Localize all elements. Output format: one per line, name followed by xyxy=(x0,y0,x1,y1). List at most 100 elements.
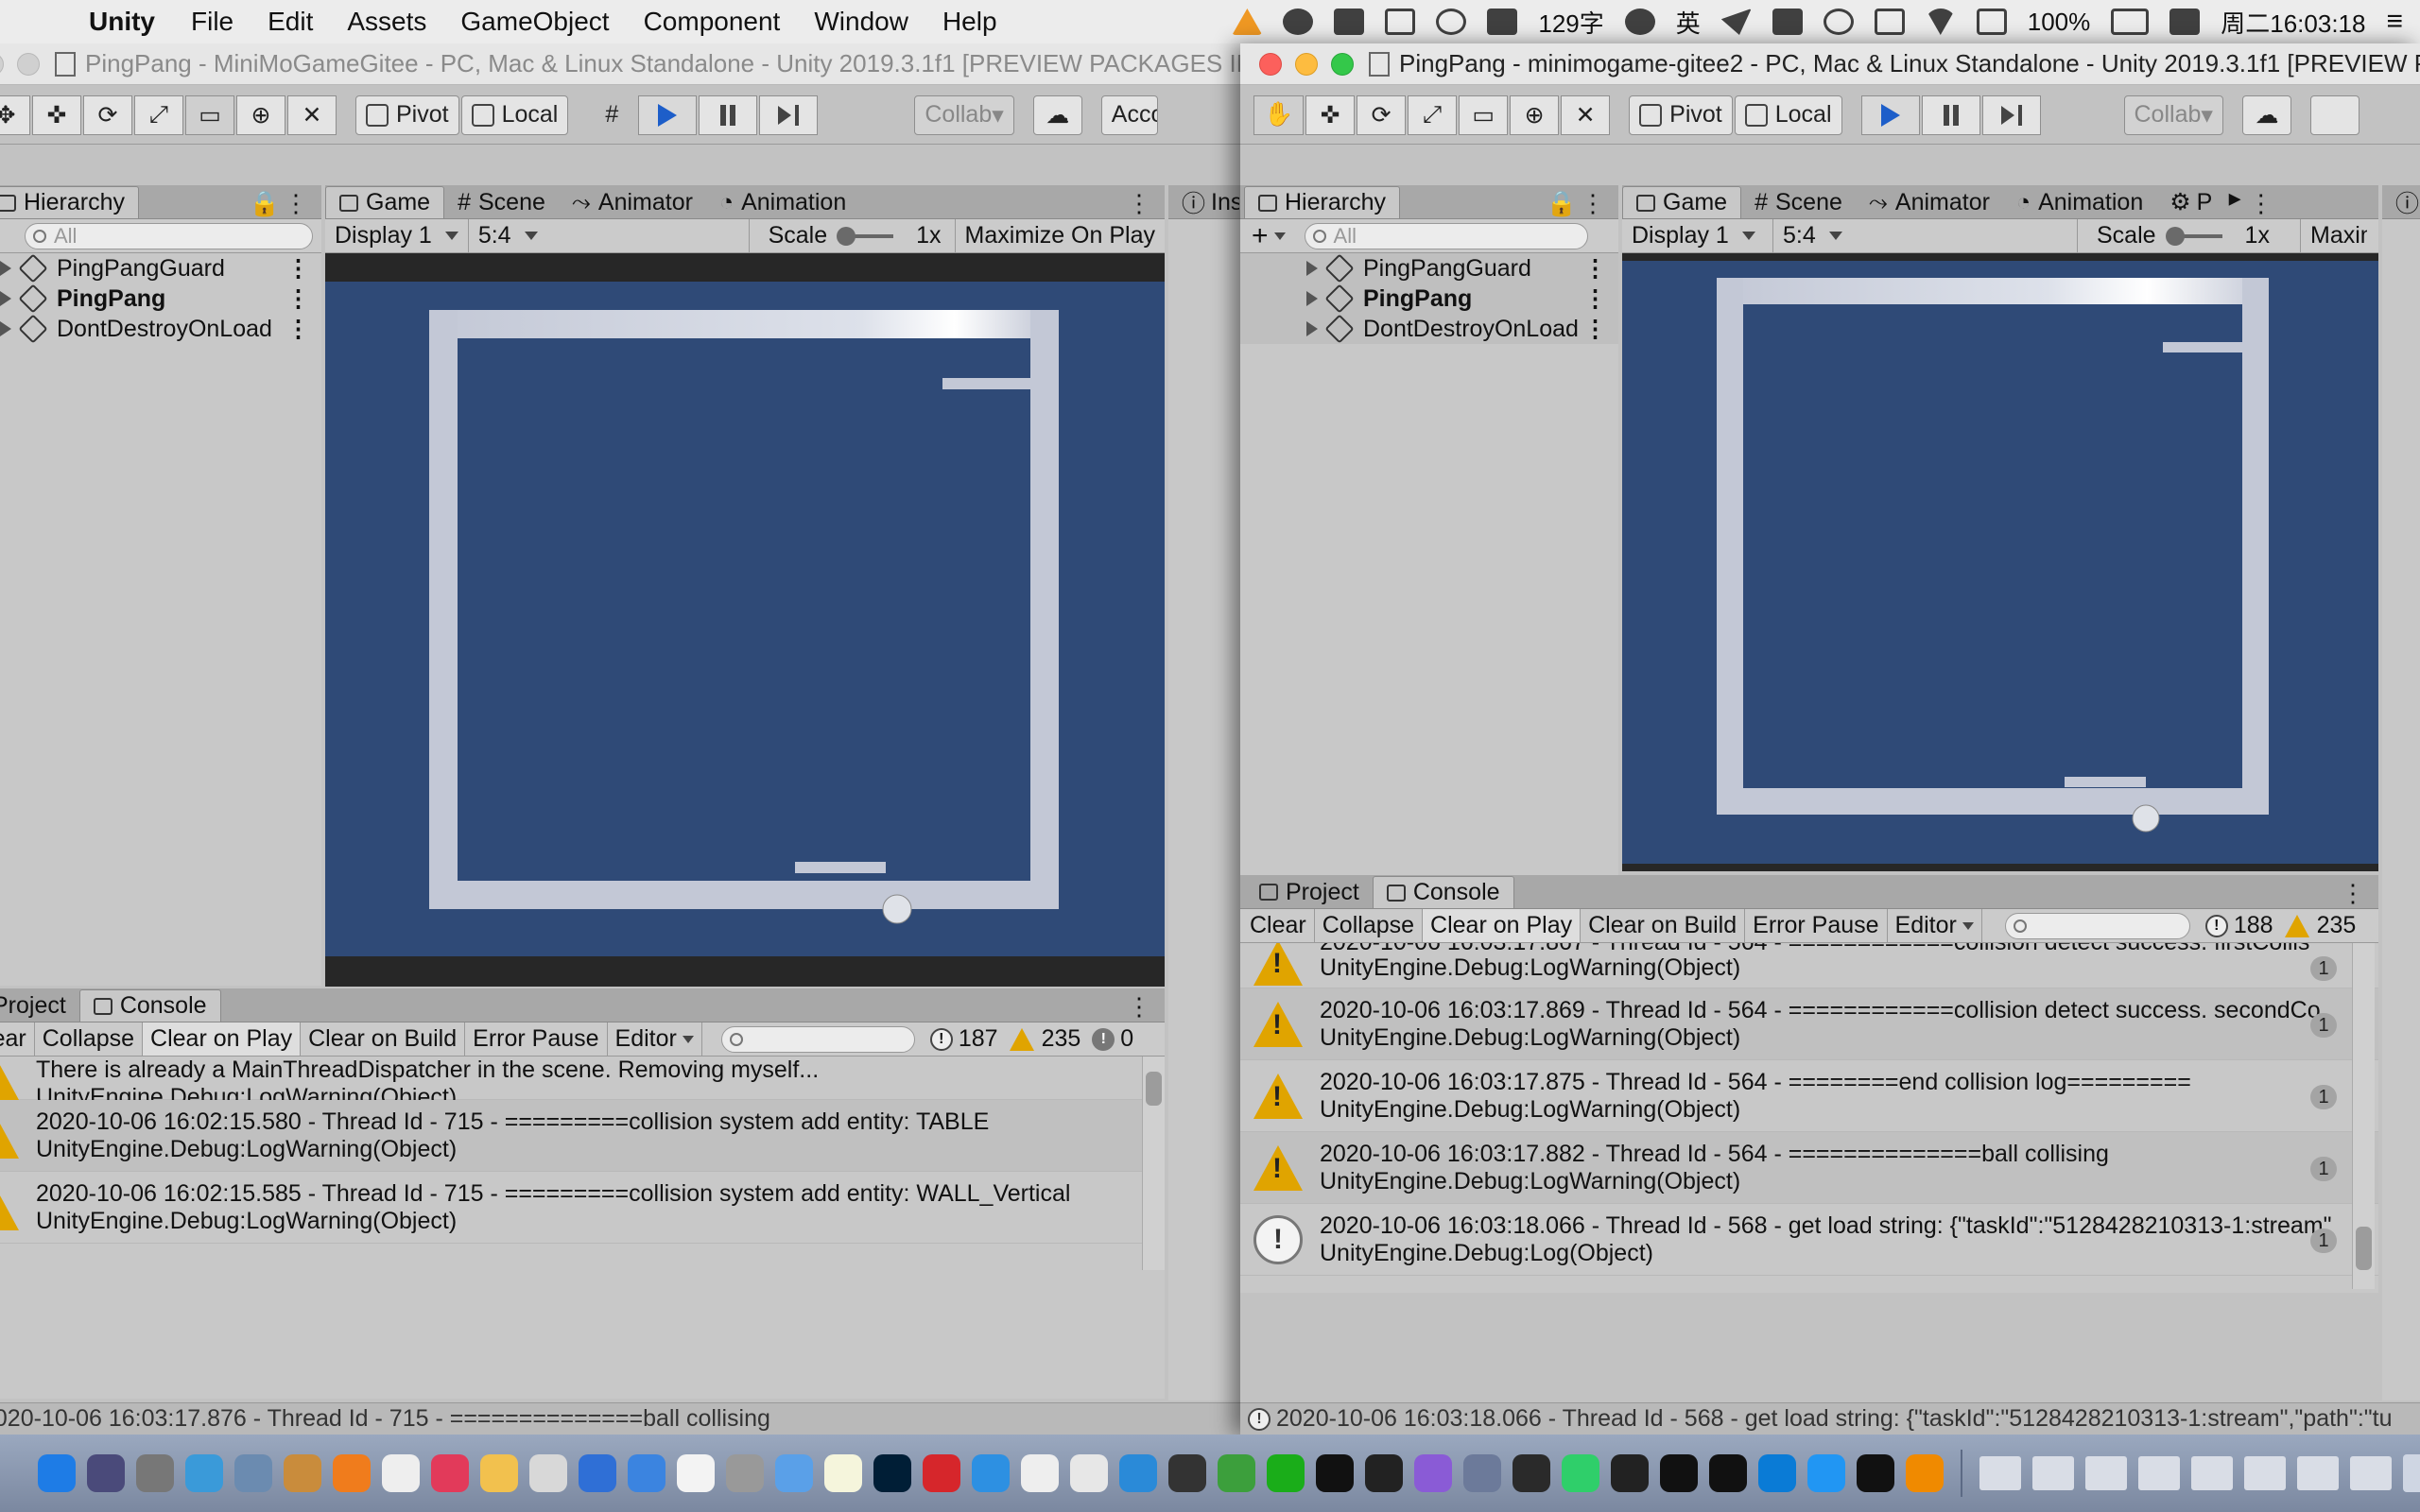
log-entry[interactable]: There is already a MainThreadDispatcher … xyxy=(0,1057,1165,1110)
game-menu-icon[interactable]: ⋮ xyxy=(2249,191,2273,218)
vlc-status-icon[interactable] xyxy=(1232,9,1263,35)
dock-app-icon[interactable] xyxy=(431,1454,469,1492)
close-button[interactable] xyxy=(0,52,4,76)
dock-app-icon[interactable] xyxy=(1365,1454,1403,1492)
tab-animation[interactable]: ◔ Animation xyxy=(2003,186,2156,218)
tab-profiler[interactable]: ⚙Profiler xyxy=(2156,186,2224,218)
notification-center-icon[interactable]: ≡ xyxy=(2386,6,2403,38)
custom-tool-icon[interactable]: ✕ xyxy=(1561,94,1611,135)
rect-tool-icon[interactable]: ▭ xyxy=(1459,94,1509,135)
menu-assets[interactable]: Assets xyxy=(347,7,426,37)
console-search-input[interactable] xyxy=(2004,912,2190,939)
play-button[interactable] xyxy=(1860,94,1920,135)
console-menu-icon[interactable]: ⋮ xyxy=(1127,994,1151,1022)
dock-app-icon[interactable] xyxy=(1709,1454,1747,1492)
pause-button[interactable] xyxy=(1921,94,1980,135)
airplay-status-icon[interactable] xyxy=(1976,9,2007,35)
status-bar[interactable]: 2020-10-06 16:03:17.876 - Thread Id - 71… xyxy=(0,1402,1240,1435)
hierarchy-item[interactable]: PingPang ⋮ xyxy=(0,284,321,314)
dock-app-icon[interactable] xyxy=(382,1454,420,1492)
menu-component[interactable]: Component xyxy=(644,7,781,37)
error-pause-button[interactable]: Error Pause xyxy=(465,1022,608,1056)
account-button[interactable] xyxy=(2309,94,2360,135)
editor-dropdown[interactable]: Editor xyxy=(1888,909,1982,942)
aspect-dropdown[interactable]: 5:4 xyxy=(469,219,750,252)
dock-app-icon[interactable] xyxy=(726,1454,764,1492)
dock-app-icon[interactable] xyxy=(185,1454,223,1492)
dock-minimized-window[interactable] xyxy=(2350,1456,2392,1490)
dock-minimized-window[interactable] xyxy=(1979,1456,2021,1490)
tab-game[interactable]: Game xyxy=(325,186,445,218)
expand-arrow-icon[interactable] xyxy=(0,321,11,336)
clock-status[interactable]: 周二16:03:18 xyxy=(2221,5,2365,40)
local-toggle[interactable]: Local xyxy=(1734,94,1842,135)
evernote-status-icon[interactable] xyxy=(1487,9,1518,35)
hierarchy-item[interactable]: PingPang ⋮ xyxy=(1240,284,1618,314)
dock-app-icon[interactable] xyxy=(1316,1454,1354,1492)
local-toggle[interactable]: Local xyxy=(460,94,569,135)
game-view[interactable] xyxy=(1622,253,2378,871)
elephant-status-icon[interactable] xyxy=(1772,9,1803,35)
menu-file[interactable]: File xyxy=(191,7,233,37)
log-entry[interactable]: 2020-10-06 16:02:15.580 - Thread Id - 71… xyxy=(0,1100,1165,1172)
collapse-button[interactable]: Collapse xyxy=(35,1022,144,1056)
search-status-icon[interactable] xyxy=(1823,9,1854,35)
move-tool-icon[interactable]: ✜ xyxy=(1305,94,1356,135)
dock-app-icon[interactable] xyxy=(1562,1454,1599,1492)
editor-dropdown[interactable]: Editor xyxy=(608,1022,702,1056)
hierarchy-item[interactable]: PingPangGuard ⋮ xyxy=(1240,253,1618,284)
dock-app-icon[interactable] xyxy=(1906,1454,1944,1492)
dock-minimized-window[interactable] xyxy=(2138,1456,2180,1490)
hierarchy-item[interactable]: DontDestroyOnLoad ⋮ xyxy=(0,314,321,344)
dock-app-icon[interactable] xyxy=(333,1454,371,1492)
scale-tool-icon[interactable]: ⤢ xyxy=(1408,94,1458,135)
dock-app-icon[interactable] xyxy=(1414,1454,1452,1492)
clear-on-play-button[interactable]: Clear on Play xyxy=(143,1022,302,1056)
tab-game[interactable]: Game xyxy=(1622,186,1742,218)
account-button[interactable]: Account xyxy=(1100,94,1158,135)
expand-arrow-icon[interactable] xyxy=(1306,261,1318,276)
dock-app-icon[interactable] xyxy=(529,1454,567,1492)
dock-app-icon[interactable] xyxy=(480,1454,518,1492)
dock-app-icon[interactable] xyxy=(1758,1454,1796,1492)
tab-inspector[interactable]: ⓘ xyxy=(2382,186,2420,218)
dock-app-icon[interactable] xyxy=(1168,1454,1206,1492)
dock-app-icon[interactable] xyxy=(1857,1454,1894,1492)
display-dropdown[interactable]: Display 1 xyxy=(1622,219,1773,252)
step-button[interactable] xyxy=(759,94,819,135)
step-button[interactable] xyxy=(1981,94,2041,135)
log-entry[interactable]: 2020-10-06 16:02:15.585 - Thread Id - 71… xyxy=(0,1172,1165,1244)
console-scrollbar[interactable] xyxy=(1142,1057,1165,1270)
game-view[interactable] xyxy=(325,253,1165,987)
transform-tool-icon[interactable]: ⊕ xyxy=(236,94,285,135)
menu-edit[interactable]: Edit xyxy=(268,7,313,37)
console-scrollbar[interactable] xyxy=(2352,943,2375,1289)
dock-app-icon[interactable] xyxy=(1611,1454,1649,1492)
pivot-toggle[interactable]: Pivot xyxy=(355,94,459,135)
scale-slider[interactable] xyxy=(2165,226,2222,246)
play-button[interactable] xyxy=(638,94,698,135)
rotate-tool-icon[interactable]: ⟳ xyxy=(83,94,132,135)
log-entry[interactable]: 2020-10-06 16:03:17.869 - Thread Id - 56… xyxy=(1240,988,2378,1060)
clear-on-build-button[interactable]: Clear on Build xyxy=(301,1022,466,1056)
hand-tool-icon[interactable]: ✥ xyxy=(0,94,30,135)
dock-app-icon[interactable] xyxy=(136,1454,174,1492)
dock-app-icon[interactable] xyxy=(87,1454,125,1492)
dock-app-icon[interactable] xyxy=(1119,1454,1157,1492)
close-button[interactable] xyxy=(1259,52,1282,76)
item-menu-icon[interactable]: ⋮ xyxy=(286,254,310,283)
expand-arrow-icon[interactable] xyxy=(0,261,11,276)
chevron-down-icon[interactable] xyxy=(1273,232,1286,240)
maximize-on-play-toggle[interactable]: Maximize On Play xyxy=(956,219,1165,252)
tab-project[interactable]: Project xyxy=(1246,876,1373,908)
zoom-button[interactable] xyxy=(1331,52,1354,76)
dock-app-icon[interactable] xyxy=(234,1454,272,1492)
input-method-status[interactable]: 英 xyxy=(1676,5,1701,40)
dock-minimized-window[interactable] xyxy=(2032,1456,2074,1490)
status-bar[interactable]: ! 2020-10-06 16:03:18.066 - Thread Id - … xyxy=(1240,1402,2420,1435)
cloud-button[interactable]: ☁ xyxy=(1032,94,1082,135)
dock-app-icon[interactable] xyxy=(38,1454,76,1492)
add-icon[interactable]: + xyxy=(1252,220,1269,252)
warning-count-toggle[interactable]: 235 xyxy=(1004,1022,1087,1056)
game-menu-icon[interactable]: ⋮ xyxy=(1127,191,1151,218)
